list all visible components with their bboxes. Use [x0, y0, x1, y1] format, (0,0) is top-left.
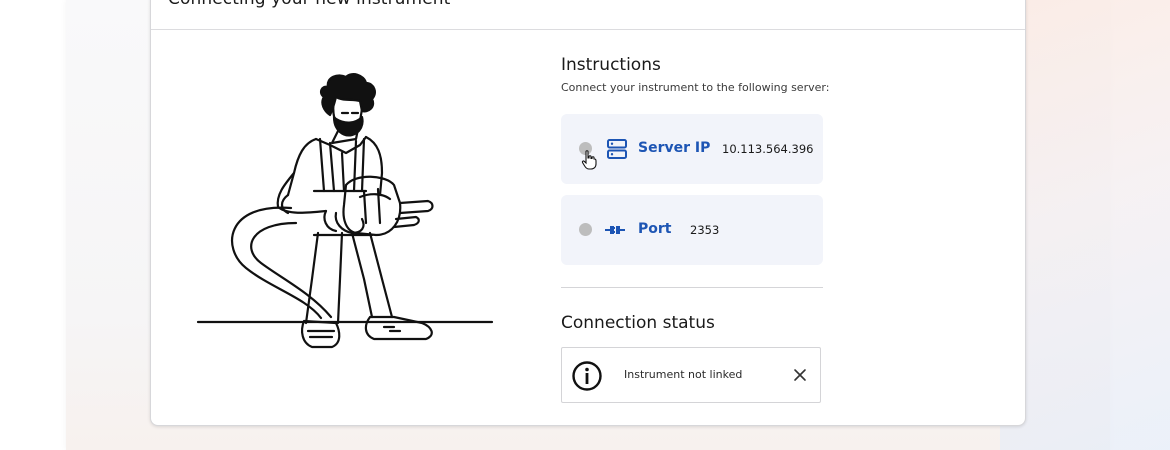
section-divider: [561, 287, 823, 288]
close-icon[interactable]: [792, 367, 808, 383]
port-option[interactable]: Port 2353: [561, 195, 823, 265]
port-radio[interactable]: [579, 223, 592, 236]
plug-icon: [605, 226, 625, 234]
person-with-plug-illustration: [196, 73, 494, 349]
card-header-divider: [151, 29, 1025, 30]
pointer-hand-cursor-icon: [581, 150, 597, 170]
connection-status-notification: Instrument not linked: [561, 347, 821, 403]
connection-status-title: Connection status: [561, 313, 715, 333]
port-value: 2353: [690, 223, 720, 237]
connection-card: Connecting your new instrument: [150, 0, 1026, 426]
connection-status-message: Instrument not linked: [624, 368, 743, 381]
card-title: Connecting your new instrument: [168, 0, 450, 9]
info-icon: [572, 361, 602, 391]
server-icon: [607, 139, 627, 159]
instructions-title: Instructions: [561, 55, 661, 75]
port-label: Port: [638, 221, 672, 237]
page-margin-left: [0, 0, 68, 450]
instructions-subtitle: Connect your instrument to the following…: [561, 81, 830, 94]
server-ip-value: 10.113.564.396: [722, 142, 814, 156]
server-ip-label: Server IP: [638, 140, 711, 156]
server-ip-option[interactable]: Server IP 10.113.564.396: [561, 114, 823, 184]
